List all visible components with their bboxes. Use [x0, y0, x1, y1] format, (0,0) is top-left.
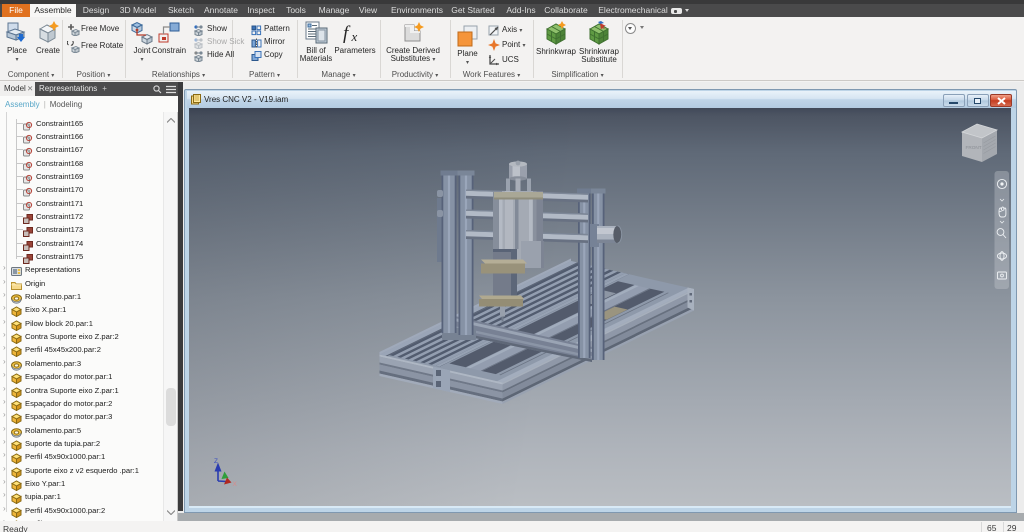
svg-text:x: x [351, 29, 358, 44]
svg-text:FRONT: FRONT [966, 145, 982, 150]
svg-text:f: f [343, 23, 351, 44]
svg-text:X: X [233, 481, 238, 488]
svg-text:Z: Z [214, 458, 218, 465]
